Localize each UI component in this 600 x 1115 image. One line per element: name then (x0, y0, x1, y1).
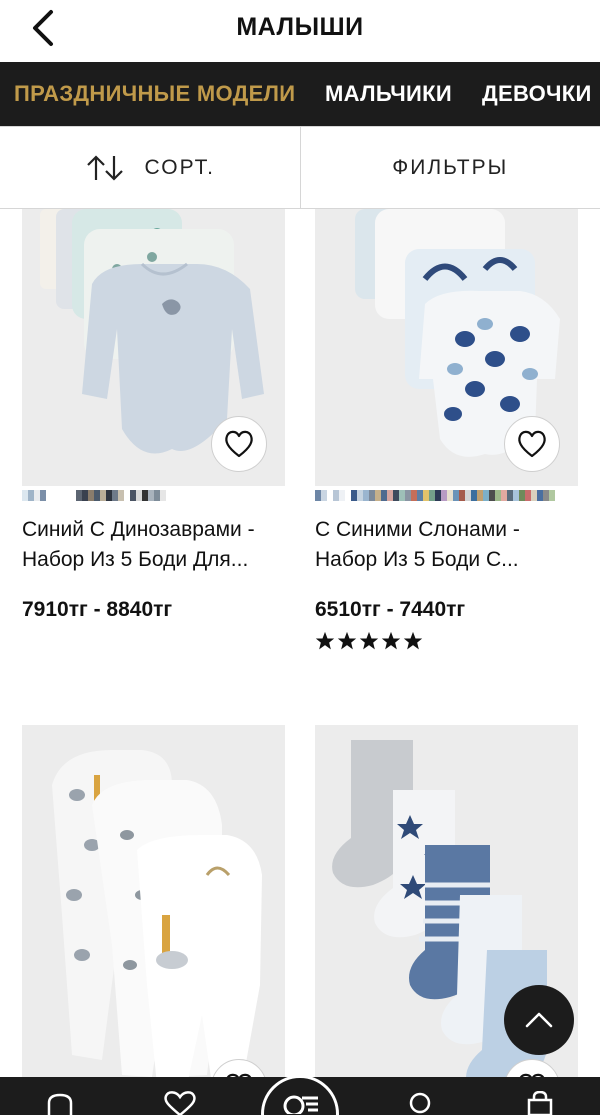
tab-girls[interactable]: ДЕВОЧКИ (482, 62, 592, 126)
star-icon (403, 631, 423, 650)
sort-label: СОРТ. (144, 155, 215, 179)
sort-button[interactable]: СОРТ. (0, 127, 300, 208)
bottom-navigation (0, 1075, 600, 1115)
nav-home[interactable] (40, 1091, 80, 1115)
product-card[interactable] (22, 209, 285, 486)
filter-button[interactable]: ФИЛЬТРЫ (299, 127, 600, 208)
product-card[interactable] (315, 209, 578, 486)
star-icon (315, 631, 335, 650)
favorite-button[interactable] (211, 416, 267, 472)
chevron-up-icon (525, 1012, 553, 1028)
menu-search-icon (283, 1095, 318, 1114)
star-icon (359, 631, 379, 650)
star-icon (337, 631, 357, 650)
favorite-button[interactable] (504, 416, 560, 472)
rating-stars (315, 631, 423, 651)
product-image[interactable] (22, 209, 285, 486)
product-price: 6510тг - 7440тг (315, 598, 466, 621)
star-icon (381, 631, 401, 650)
heart-icon (225, 430, 253, 458)
heart-icon (518, 430, 546, 458)
nav-favorites[interactable] (160, 1091, 200, 1115)
product-name[interactable]: С Синими Слонами - Набор Из 5 Боди С... (315, 515, 580, 575)
filter-label: ФИЛЬТРЫ (392, 155, 509, 179)
product-price: 7910тг - 8840тг (22, 598, 173, 621)
product-photo-sleepsuits (22, 725, 285, 1077)
color-swatches (315, 490, 555, 501)
sort-icon (85, 153, 125, 183)
shopping-bag-icon (527, 1091, 553, 1115)
tab-boys[interactable]: МАЛЬЧИКИ (325, 62, 452, 126)
nav-account[interactable] (400, 1091, 440, 1115)
product-image[interactable] (315, 209, 578, 486)
color-swatches (22, 490, 166, 501)
header: МАЛЫШИ (0, 0, 600, 62)
page-title: МАЛЫШИ (236, 13, 364, 41)
product-name[interactable]: Синий С Динозаврами - Набор Из 5 Боди Дл… (22, 515, 287, 575)
product-image[interactable] (22, 725, 285, 1077)
sort-filter-bar: СОРТ. ФИЛЬТРЫ (0, 126, 600, 209)
heart-icon (164, 1091, 196, 1115)
nav-bag[interactable] (520, 1091, 560, 1115)
category-tabs: ПРАЗДНИЧНЫЕ МОДЕЛИ МАЛЬЧИКИ ДЕВОЧКИ (0, 62, 600, 126)
product-card[interactable] (22, 725, 285, 1077)
product-grid: Синий С Динозаврами - Набор Из 5 Боди Дл… (0, 209, 600, 1077)
nav-menu[interactable] (261, 1075, 339, 1115)
scroll-to-top-button[interactable] (504, 985, 574, 1055)
tab-holiday-models[interactable]: ПРАЗДНИЧНЫЕ МОДЕЛИ (14, 62, 295, 126)
user-icon (409, 1092, 431, 1114)
home-icon (47, 1093, 73, 1115)
